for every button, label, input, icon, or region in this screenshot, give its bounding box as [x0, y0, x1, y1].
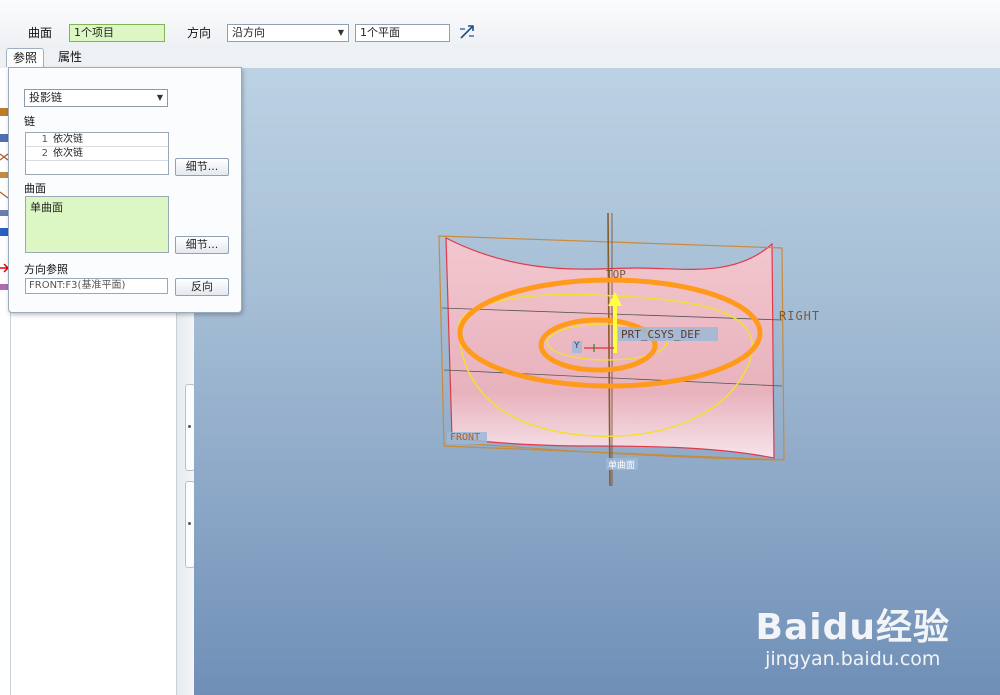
surface-list[interactable]: 单曲面 — [25, 196, 169, 253]
y-axis-label: Y — [574, 341, 580, 351]
chevron-down-icon: ▼ — [156, 93, 163, 102]
tab-references[interactable]: 参照 — [6, 48, 45, 67]
csys-label: PRT_CSYS_DEF — [621, 328, 701, 341]
surface-tag: 单曲面 — [608, 461, 636, 471]
direction-select[interactable]: 沿方向 ▼ — [227, 24, 349, 42]
watermark-url: jingyan.baidu.com — [765, 648, 941, 670]
tab-properties[interactable]: 属性 — [52, 48, 88, 66]
projection-type-value: 投影链 — [29, 91, 62, 104]
chevron-down-icon: ▼ — [337, 28, 344, 37]
surface-label: 曲面 — [28, 26, 53, 40]
dashboard-tabs: 参照 属性 — [0, 46, 1000, 68]
reverse-button[interactable]: 反向 — [175, 278, 229, 296]
direction-label: 方向 — [187, 26, 212, 40]
front-datum-label: FRONT — [450, 432, 481, 443]
watermark-logo: Baidu经验 — [755, 607, 950, 648]
chain-label: 链 — [24, 115, 35, 128]
flip-direction-icon[interactable] — [458, 23, 476, 41]
surface-details-button[interactable]: 细节... — [175, 236, 229, 254]
direction-reference-label: 方向参照 — [24, 263, 68, 276]
references-panel: 投影链 ▼ 链 1 依次链 2 依次链 细节... 曲面 单曲面 细节... 方向参… — [8, 67, 242, 313]
top-datum-label: TOP — [606, 268, 626, 281]
plane-collector[interactable]: 1个平面 — [355, 24, 450, 42]
list-item[interactable]: 2 依次链 — [26, 147, 168, 161]
baidu-watermark: Baidu经验 jingyan.baidu.com — [756, 598, 950, 670]
surface-section-label: 曲面 — [24, 182, 46, 195]
projection-type-select[interactable]: 投影链 ▼ — [24, 89, 168, 107]
plane-collector-value: 1个平面 — [360, 26, 400, 39]
surface-list-item[interactable]: 单曲面 — [26, 197, 168, 217]
direction-reference-field[interactable]: FRONT:F3(基准平面) — [25, 278, 168, 294]
list-item[interactable]: 1 依次链 — [26, 133, 168, 147]
right-datum-label: RIGHT — [779, 309, 821, 323]
chain-details-button[interactable]: 细节... — [175, 158, 229, 176]
surface-collector-value: 1个项目 — [74, 26, 114, 39]
surface-collector[interactable]: 1个项目 — [69, 24, 165, 42]
dashboard-toolbar: 曲面 1个项目 方向 沿方向 ▼ 1个平面 — [0, 0, 1000, 47]
direction-select-value: 沿方向 — [232, 26, 265, 39]
chain-list[interactable]: 1 依次链 2 依次链 — [25, 132, 169, 175]
